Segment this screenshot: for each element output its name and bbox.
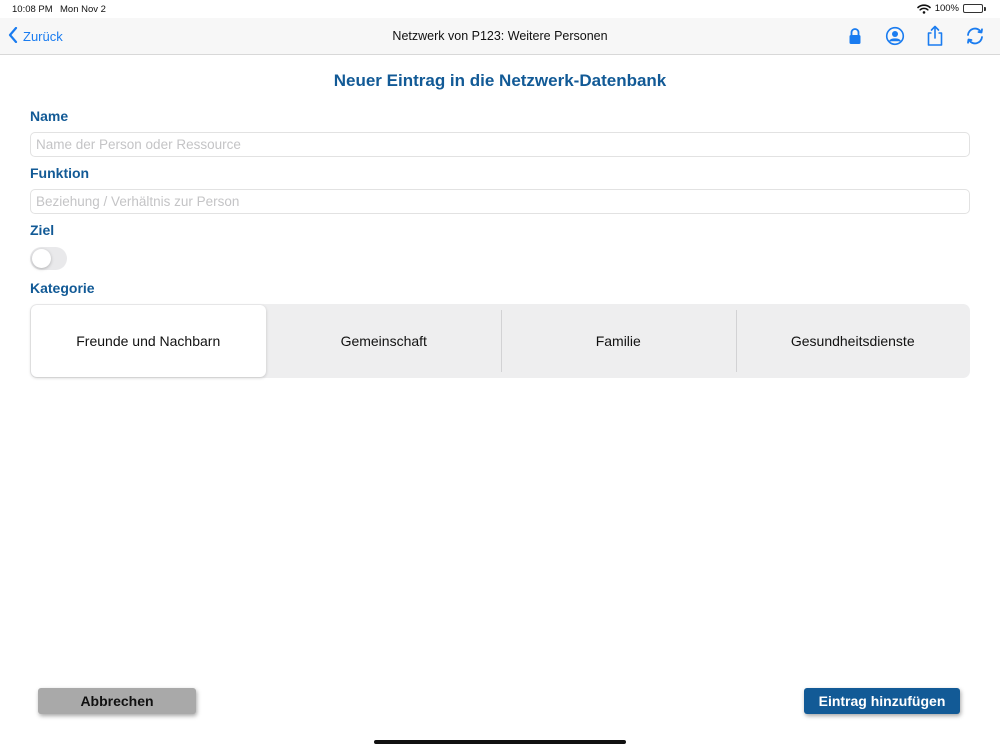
form-title: Neuer Eintrag in die Netzwerk-Datenbank — [333, 71, 667, 90]
toggle-knob — [32, 249, 51, 268]
refresh-icon[interactable] — [964, 25, 986, 47]
status-date: Mon Nov 2 — [60, 4, 106, 15]
ziel-label: Ziel — [30, 222, 55, 238]
nav-actions — [844, 25, 986, 47]
status-time: 10:08 PM — [12, 4, 53, 15]
kategorie-label: Kategorie — [30, 280, 95, 296]
share-icon[interactable] — [924, 25, 946, 47]
status-bar: 10:08 PM Mon Nov 2 100% — [0, 0, 1000, 18]
add-entry-button[interactable]: Eintrag hinzufügen — [804, 688, 960, 714]
chevron-left-icon — [8, 26, 23, 46]
segment-familie[interactable]: Familie — [501, 304, 736, 378]
name-input[interactable] — [30, 132, 970, 157]
back-label: Zurück — [23, 29, 63, 44]
battery-percent: 100% — [934, 3, 959, 14]
status-indicators: 100% — [916, 3, 986, 14]
funktion-label: Funktion — [30, 165, 90, 181]
back-button[interactable]: Zurück — [8, 26, 63, 46]
home-indicator — [374, 740, 626, 744]
kategorie-segmented-control: Freunde und Nachbarn Gemeinschaft Famili… — [30, 304, 970, 378]
battery-icon — [963, 4, 986, 13]
ziel-toggle[interactable] — [30, 247, 67, 270]
navigation-bar: Zurück Netzwerk von P123: Weitere Person… — [0, 18, 1000, 55]
wifi-icon — [916, 3, 931, 14]
name-label: Name — [30, 108, 69, 124]
segment-gemeinschaft[interactable]: Gemeinschaft — [267, 304, 502, 378]
person-circle-icon[interactable] — [884, 25, 906, 47]
cancel-button[interactable]: Abbrechen — [38, 688, 196, 714]
funktion-input[interactable] — [30, 189, 970, 214]
segment-gesundheitsdienste[interactable]: Gesundheitsdienste — [735, 304, 971, 378]
segment-freunde-und-nachbarn[interactable]: Freunde und Nachbarn — [31, 305, 266, 377]
lock-icon[interactable] — [844, 25, 866, 47]
